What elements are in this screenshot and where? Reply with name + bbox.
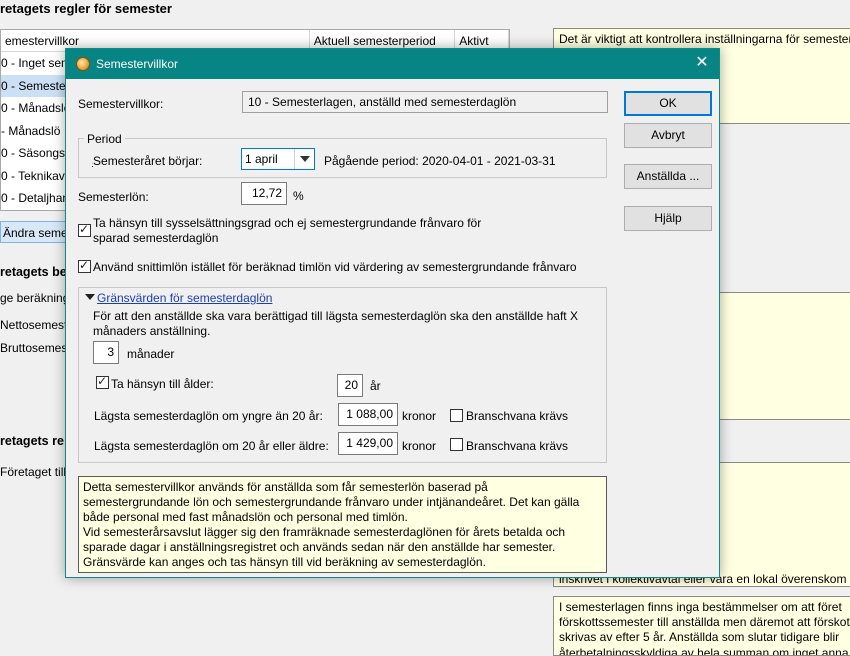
dialog-title: Semestervillkor [96, 57, 179, 71]
branschvana-under-checkbox[interactable] [450, 409, 463, 422]
limits-expander-link[interactable]: Gränsvärden för semesterdaglön [97, 291, 272, 305]
background-radio-label[interactable]: Nettosemest [0, 318, 67, 332]
current-period-text: Pågående period: 2020-04-01 - 2021-03-31 [324, 154, 556, 168]
limits-panel: Gränsvärden för semesterdaglön För att d… [78, 287, 607, 463]
currency-label: kronor [402, 439, 437, 453]
help-button[interactable]: Hjälp [624, 206, 712, 231]
info-line: både personal med fast månadslön och per… [83, 510, 408, 524]
ok-button[interactable]: OK [624, 91, 712, 116]
note-line: Det är viktigt att kontrollera inställni… [559, 32, 850, 46]
limits-description-2: månaders anställning. [93, 324, 211, 338]
sysselsattning-label-line: sparad semesterdaglön [93, 231, 219, 245]
months-input[interactable]: 3 [93, 341, 119, 364]
collapse-triangle-icon[interactable] [85, 294, 95, 300]
info-line: sparade dagar i anställningsregistret oc… [83, 540, 556, 554]
age-label: Ta hänsyn till ålder: [111, 377, 214, 391]
note-line: återbetalningsskyldiga av hela summan om… [559, 645, 849, 656]
info-box: Detta semestervillkor används för anstäl… [78, 476, 607, 573]
currency-label: kronor [402, 409, 437, 423]
min-under-20-label: Lägsta semesterdaglön om yngre än 20 år: [94, 409, 323, 423]
period-group-title: Period [84, 132, 125, 146]
semesterlon-input[interactable]: 12,72 [241, 182, 287, 205]
background-radio-label[interactable]: Bruttosemes [0, 341, 67, 355]
app-icon [76, 57, 90, 71]
background-text: Företaget till [0, 465, 67, 479]
background-section-title: retagets re [0, 434, 64, 448]
info-line: Vid semesterårsavslut lägger sig den fra… [83, 525, 566, 539]
employees-button[interactable]: Anställda ... [624, 164, 712, 189]
background-text: ge beräkning [0, 291, 70, 305]
semestervillkor-label: Semestervillkor: [78, 97, 164, 111]
age-unit: år [370, 379, 381, 393]
min-over-20-label: Lägsta semesterdaglön om 20 år eller äld… [94, 439, 329, 453]
semesterlon-label: Semesterlön: [78, 190, 149, 204]
cancel-button[interactable]: Avbryt [624, 123, 712, 148]
branschvana-over-checkbox[interactable] [450, 438, 463, 451]
period-start-select[interactable]: 1 april [241, 148, 315, 170]
snittimlon-checkbox[interactable] [78, 258, 91, 273]
branschvana-under-label: Branschvana krävs [466, 409, 569, 423]
percent-unit: % [293, 189, 304, 203]
close-icon[interactable]: ✕ [693, 54, 711, 72]
branschvana-over-label: Branschvana krävs [466, 439, 569, 453]
background-page-title: retagets regler för semester [0, 1, 172, 16]
period-start-value: 1 april [245, 152, 278, 166]
chevron-down-icon[interactable] [294, 149, 314, 169]
dialog-titlebar[interactable]: Semestervillkor ✕ [66, 49, 719, 79]
limits-description-1: För att den anställde ska vara berättiga… [93, 309, 578, 323]
sysselsattning-label: Ta hänsyn till sysselsättningsgrad och e… [93, 216, 481, 246]
note-line: förskottssemester till anställda men där… [559, 615, 850, 630]
note-line: I semesterlagen finns inga bestämmelser … [559, 600, 842, 614]
note-line: skrivas av efter 5 år. Anställda som slu… [559, 630, 840, 645]
period-start-label: SSemesteråret börjar: [92, 154, 203, 168]
min-under-20-input[interactable]: 1 088,00 [338, 403, 398, 426]
months-label: månader [127, 347, 175, 361]
info-line: Gränsvärde kan anges och tas hänsyn till… [83, 555, 486, 569]
semestervillkor-dialog: Semestervillkor ✕ Semestervillkor: 10 - … [65, 48, 720, 578]
info-line: semestergrundande lön och semestergrunda… [83, 495, 580, 509]
min-over-20-input[interactable]: 1 429,00 [338, 432, 398, 455]
info-line: Detta semestervillkor används för anstäl… [83, 480, 488, 494]
snittimlon-label: Använd snittimlön istället för beräknad … [93, 260, 577, 274]
background-note: I semesterlagen finns inga bestämmelser … [553, 596, 850, 656]
sysselsattning-label-line: Ta hänsyn till sysselsättningsgrad och e… [93, 216, 482, 230]
age-checkbox[interactable] [96, 374, 109, 389]
age-input[interactable]: 20 [337, 374, 363, 397]
sysselsattning-checkbox[interactable] [78, 222, 91, 237]
semestervillkor-field: 10 - Semesterlagen, anställd med semeste… [242, 91, 608, 113]
